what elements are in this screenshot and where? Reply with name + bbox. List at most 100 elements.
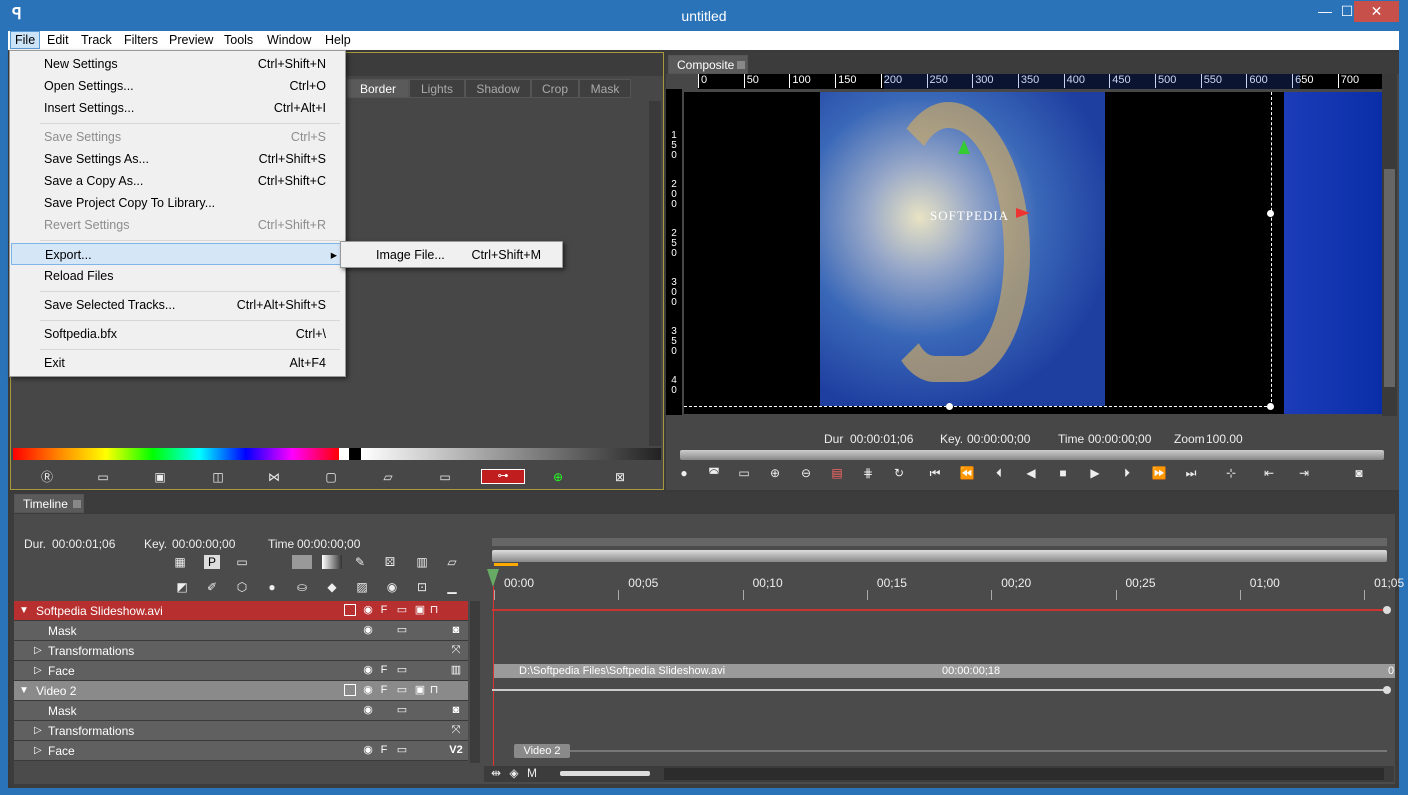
keyboard-icon[interactable]: ▦ — [172, 555, 188, 569]
menu-item-save-copy-as[interactable]: Save a Copy As... Ctrl+Shift+C — [11, 170, 344, 192]
menu-item-save-settings[interactable]: Save Settings Ctrl+S — [11, 126, 344, 148]
color-spectrum[interactable] — [13, 448, 339, 460]
eye-icon[interactable]: ◉ — [362, 664, 374, 676]
zoom-out-icon[interactable]: ⊖ — [798, 466, 814, 480]
loop-icon[interactable]: ↻ — [891, 466, 907, 480]
gradient-icon[interactable] — [322, 555, 342, 569]
menu-edit[interactable]: Edit — [43, 32, 73, 49]
snapshot-icon[interactable]: ◙ — [1351, 466, 1367, 480]
columns-icon[interactable]: ◫ — [209, 470, 227, 484]
f-icon[interactable]: F — [378, 664, 390, 676]
preview-canvas[interactable]: SOFTPEDIA — [684, 92, 1382, 414]
tab-close-icon[interactable] — [73, 500, 81, 508]
track-row-face[interactable]: ▷ Face ◉ F ▭ V2 — [14, 741, 468, 761]
zoom-slider[interactable] — [560, 771, 650, 776]
keyframe-dot[interactable] — [1383, 606, 1391, 614]
next-frame-icon[interactable]: ⏵ — [1119, 466, 1135, 480]
shield-icon[interactable]: ◈ — [506, 766, 522, 780]
diamond-icon[interactable]: ◆ — [324, 580, 340, 594]
transform-icon[interactable]: ⤧ — [450, 724, 462, 736]
dice-icon[interactable]: ⚄ — [382, 555, 398, 569]
frame-icon[interactable]: ▢ — [322, 470, 340, 484]
video-clip[interactable]: D:\Softpedia Files\Softpedia Slideshow.a… — [494, 664, 1395, 678]
menu-file[interactable]: File — [10, 31, 41, 49]
menu-preview[interactable]: Preview — [165, 32, 217, 49]
mark-in-icon[interactable]: ⇤ — [1261, 466, 1277, 480]
menu-item-revert-settings[interactable]: Revert Settings Ctrl+Shift+R — [11, 214, 344, 236]
work-area-marker[interactable] — [494, 563, 518, 566]
reset-icon[interactable]: ⊠ — [611, 470, 629, 484]
eye-icon[interactable]: ◉ — [362, 684, 374, 696]
skew-icon[interactable]: ▱ — [379, 470, 397, 484]
add-key-icon[interactable]: ⊹ — [1223, 466, 1239, 480]
menu-item-export[interactable]: Export... ▸ — [11, 243, 344, 265]
image-icon[interactable]: ▨ — [354, 580, 370, 594]
f-icon[interactable]: F — [378, 744, 390, 756]
lock-icon[interactable]: ⊓ — [428, 684, 440, 696]
transform-icon[interactable]: ⤧ — [450, 644, 462, 656]
keyframe-line[interactable] — [492, 689, 1387, 691]
f-icon[interactable]: F — [378, 604, 390, 616]
resize-handle[interactable] — [1267, 403, 1274, 410]
stop-icon[interactable]: ■ — [1055, 466, 1071, 480]
close-button[interactable]: ✕ — [1354, 1, 1399, 22]
checkbox-icon[interactable] — [344, 684, 356, 696]
folder-icon[interactable]: ▱ — [444, 555, 460, 569]
m-icon[interactable]: M — [524, 766, 540, 780]
mask-badge-icon[interactable]: ▣ — [414, 604, 426, 616]
collapse-triangle-icon[interactable]: ▼ — [19, 681, 29, 701]
expand-triangle-icon[interactable]: ▷ — [34, 721, 42, 741]
cube-icon[interactable]: ⬡ — [234, 580, 250, 594]
track-row-video-2[interactable]: ▼ Video 2 ◉ F ▭ ▣ ⊓ — [14, 681, 468, 701]
menu-item-recent-file[interactable]: Softpedia.bfx Ctrl+\ — [11, 323, 344, 345]
rounded-rect-icon[interactable]: ▭ — [736, 466, 752, 480]
menu-help[interactable]: Help — [321, 32, 355, 49]
next-key-icon[interactable]: ⏩ — [1151, 466, 1167, 480]
go-end-icon[interactable]: ⏭ — [1183, 466, 1199, 480]
sphere-icon[interactable]: ● — [264, 580, 280, 594]
target-icon[interactable]: ⊕ — [549, 470, 567, 484]
gray-rect-icon[interactable] — [292, 555, 312, 569]
key-frame-icon[interactable]: ⊡ — [414, 580, 430, 594]
resize-handle[interactable] — [946, 403, 953, 410]
collapse-triangle-icon[interactable]: ▼ — [19, 601, 29, 621]
zoom-in-icon[interactable]: ⊕ — [767, 466, 783, 480]
menu-track[interactable]: Track — [77, 32, 116, 49]
menu-filters[interactable]: Filters — [120, 32, 162, 49]
settings-scrollbar[interactable] — [649, 101, 661, 446]
grid-icon[interactable]: ⋕ — [860, 466, 876, 480]
track-row-softpedia-slideshow[interactable]: ▼ Softpedia Slideshow.avi ◉ F ▭ ▣ ⊓ — [14, 601, 468, 621]
brush-icon[interactable]: ✐ — [204, 580, 220, 594]
tab-composite[interactable]: Composite — [668, 55, 748, 74]
draw-box-icon[interactable]: ◩ — [174, 580, 190, 594]
box-icon[interactable]: ▭ — [234, 555, 250, 569]
record-dot-icon[interactable]: ● — [676, 466, 692, 480]
expand-triangle-icon[interactable]: ▷ — [34, 641, 42, 661]
expand-triangle-icon[interactable]: ▷ — [34, 741, 42, 761]
monitor-icon[interactable]: ▭ — [396, 664, 408, 676]
track-row-face[interactable]: ▷ Face ◉ F ▭ ▥ — [14, 661, 468, 681]
track-list-scrollbar[interactable] — [470, 601, 480, 763]
monitor-icon[interactable]: ▭ — [396, 604, 408, 616]
monitor-icon[interactable]: ▭ — [396, 704, 408, 716]
p-icon[interactable]: P — [204, 555, 220, 569]
tab-lights[interactable]: Lights — [409, 79, 465, 98]
eye-icon[interactable]: ◉ — [362, 744, 374, 756]
menu-item-save-selected-tracks[interactable]: Save Selected Tracks... Ctrl+Alt+Shift+S — [11, 294, 344, 316]
track-row-transformations[interactable]: ▷ Transformations ⤧ — [14, 641, 468, 661]
menu-item-reload-files[interactable]: Reload Files — [11, 265, 344, 287]
keyframe-line-red[interactable] — [492, 609, 1387, 611]
checkbox-icon[interactable] — [344, 604, 356, 616]
r-icon[interactable]: Ⓡ — [38, 470, 56, 484]
mask-icon[interactable]: ◚ — [706, 466, 722, 480]
menu-item-insert-settings[interactable]: Insert Settings... Ctrl+Alt+I — [11, 97, 344, 119]
mask-badge-icon[interactable]: ▣ — [414, 684, 426, 696]
eye-icon[interactable]: ◉ — [362, 704, 374, 716]
timeline-zoom-bar[interactable] — [492, 550, 1387, 562]
tab-shadow[interactable]: Shadow — [465, 79, 531, 98]
tab-mask[interactable]: Mask — [579, 79, 631, 98]
menu-item-image-file[interactable]: Image File... Ctrl+Shift+M — [342, 244, 561, 266]
preview-scrub-bar[interactable] — [680, 450, 1384, 460]
track-row-transformations[interactable]: ▷ Transformations ⤧ — [14, 721, 468, 741]
lock-icon[interactable]: ⊓ — [428, 604, 440, 616]
